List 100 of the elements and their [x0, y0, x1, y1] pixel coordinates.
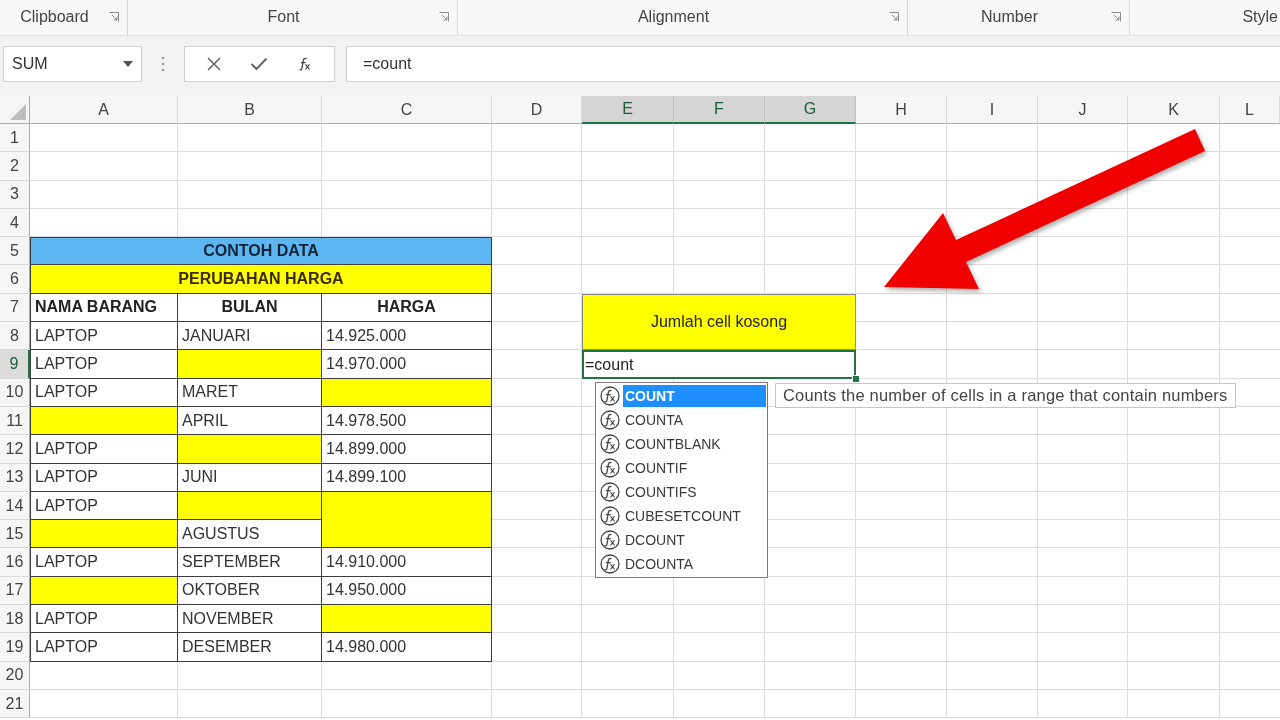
table-cell: LAPTOP: [30, 548, 178, 577]
column-header[interactable]: E: [582, 96, 674, 124]
row-header[interactable]: 17: [0, 576, 30, 606]
group-label: Alignment: [636, 7, 711, 26]
column-heading: BULAN: [178, 293, 322, 323]
row-header[interactable]: 13: [0, 463, 30, 492]
grip-icon[interactable]: [160, 55, 166, 73]
row-header[interactable]: 4: [0, 208, 30, 238]
column-header[interactable]: A: [30, 96, 178, 124]
column-header[interactable]: F: [674, 96, 765, 124]
active-cell[interactable]: =count: [582, 350, 856, 379]
table-subtitle: PERUBAHAN HARGA: [30, 265, 492, 294]
table-cell: 14.910.000: [322, 548, 492, 577]
group-label: Font: [266, 7, 301, 26]
row-header[interactable]: 1: [0, 124, 30, 153]
group-label: Clipboard: [19, 7, 90, 26]
function-icon: [600, 385, 620, 406]
table-cell: LAPTOP: [30, 350, 178, 379]
column-header[interactable]: G: [765, 96, 856, 124]
table-cell: LAPTOP: [30, 463, 178, 492]
table-cell: SEPTEMBER: [178, 548, 322, 577]
corner-arrow-icon[interactable]: [1111, 11, 1121, 22]
fill-handle[interactable]: [852, 374, 860, 383]
function-icon: [600, 481, 620, 502]
row-header[interactable]: 11: [0, 406, 30, 436]
table-title: CONTOH DATA: [30, 237, 492, 266]
autocomplete-item[interactable]: COUNTA: [623, 408, 766, 431]
group-label: Style: [1242, 7, 1278, 26]
table-cell: AGUSTUS: [178, 520, 322, 549]
autocomplete-item[interactable]: COUNTIFS: [623, 480, 766, 503]
function-icon: [600, 433, 620, 454]
row-header[interactable]: 12: [0, 435, 30, 464]
table-cell: LAPTOP: [30, 633, 178, 662]
row-header[interactable]: 5: [0, 237, 30, 266]
table-cell: OKTOBER: [178, 576, 322, 606]
table-cell: LAPTOP: [30, 435, 178, 464]
row-header[interactable]: 20: [0, 661, 30, 690]
table-cell: LAPTOP: [30, 378, 178, 407]
row-header[interactable]: 8: [0, 322, 30, 351]
corner-arrow-icon[interactable]: [889, 11, 899, 22]
table-cell: LAPTOP: [30, 322, 178, 351]
corner-arrow-icon[interactable]: [439, 11, 449, 22]
row-header[interactable]: 14: [0, 491, 30, 521]
table-cell: 14.970.000: [322, 350, 492, 379]
row-header[interactable]: 15: [0, 520, 30, 549]
function-icon: [600, 457, 620, 478]
table-cell: 14.978.500: [322, 406, 492, 436]
row-header[interactable]: 9: [0, 350, 30, 379]
function-icon: [600, 409, 620, 430]
label-cell: Jumlah cell kosong: [582, 293, 856, 351]
row-header[interactable]: 6: [0, 265, 30, 294]
column-header[interactable]: H: [856, 96, 947, 124]
column-heading: NAMA BARANG: [30, 293, 178, 323]
table-cell: LAPTOP: [30, 491, 178, 521]
row-header[interactable]: 10: [0, 378, 30, 407]
function-icon: [600, 529, 620, 550]
corner-arrow-icon[interactable]: [109, 11, 119, 22]
function-icon: [600, 505, 620, 526]
column-header[interactable]: D: [492, 96, 582, 124]
row-header[interactable]: 18: [0, 605, 30, 634]
table-cell: JUNI: [178, 463, 322, 492]
check-icon: [250, 57, 269, 71]
table-cell: MARET: [178, 378, 322, 407]
row-header[interactable]: 2: [0, 152, 30, 181]
function-icon: [600, 553, 620, 574]
row-header[interactable]: 19: [0, 633, 30, 662]
autocomplete-item[interactable]: DCOUNTA: [623, 552, 766, 575]
caret-icon: [123, 61, 133, 67]
table-cell: 14.925.000: [322, 322, 492, 351]
table-cell: NOVEMBER: [178, 605, 322, 634]
table-cell: DESEMBER: [178, 633, 322, 662]
column-header[interactable]: C: [322, 96, 492, 124]
row-header[interactable]: 21: [0, 689, 30, 719]
row-header[interactable]: 3: [0, 180, 30, 209]
tooltip: Counts the number of cells in a range that contain numbers: [775, 382, 1236, 408]
autocomplete-item[interactable]: COUNTBLANK: [623, 432, 766, 455]
triangle-icon: [10, 104, 26, 120]
formula-field[interactable]: =count: [346, 46, 1280, 82]
column-header[interactable]: B: [178, 96, 322, 124]
column-header[interactable]: J: [1038, 96, 1128, 124]
table-cell: 14.950.000: [322, 576, 492, 606]
table-cell: 14.899.100: [322, 463, 492, 492]
column-heading: HARGA: [322, 293, 492, 323]
close-icon: [205, 56, 222, 72]
column-header[interactable]: I: [947, 96, 1038, 124]
autocomplete-item[interactable]: CUBESETCOUNT: [623, 504, 766, 527]
column-header[interactable]: K: [1128, 96, 1220, 124]
table-cell: APRIL: [178, 406, 322, 436]
table-cell: LAPTOP: [30, 605, 178, 634]
select-all-button[interactable]: [0, 96, 30, 124]
row-header[interactable]: 7: [0, 293, 30, 323]
name-box[interactable]: SUM: [3, 46, 142, 82]
table-cell: JANUARI: [178, 322, 322, 351]
column-header[interactable]: L: [1220, 96, 1280, 124]
autocomplete-item[interactable]: COUNTIF: [623, 456, 766, 479]
group-label: Number: [980, 7, 1039, 26]
table-cell: 14.980.000: [322, 633, 492, 662]
row-header[interactable]: 16: [0, 548, 30, 577]
autocomplete-item[interactable]: DCOUNT: [623, 528, 766, 551]
table-cell: 14.899.000: [322, 435, 492, 464]
